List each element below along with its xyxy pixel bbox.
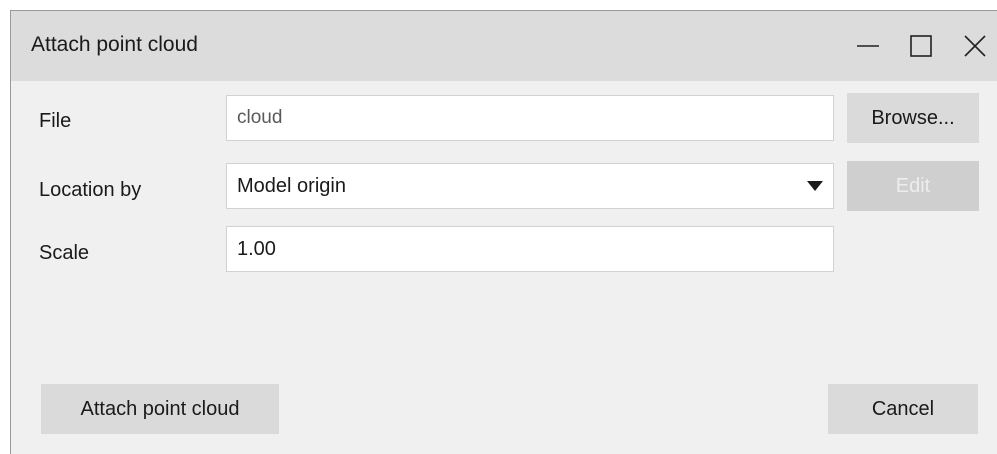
close-icon [964, 35, 986, 57]
scale-input[interactable]: 1.00 [226, 226, 834, 272]
attach-point-cloud-dialog: Attach point cloud File cloud Browse... … [10, 10, 997, 454]
maximize-icon [910, 35, 932, 57]
minimize-icon [857, 45, 879, 47]
cancel-button[interactable]: Cancel [828, 384, 978, 434]
close-button[interactable] [958, 29, 992, 63]
dropdown-arrow-icon [807, 181, 823, 191]
attach-point-cloud-button[interactable]: Attach point cloud [41, 384, 279, 434]
scale-label: Scale [39, 242, 90, 264]
title-bar[interactable]: Attach point cloud [11, 11, 997, 81]
browse-button[interactable]: Browse... [847, 93, 979, 143]
file-input[interactable]: cloud [226, 95, 834, 141]
location-by-dropdown[interactable]: Model origin [226, 163, 834, 209]
maximize-button[interactable] [904, 29, 938, 63]
file-label: File [39, 110, 72, 132]
edit-button: Edit [847, 161, 979, 211]
location-by-label: Location by [39, 179, 142, 201]
minimize-button[interactable] [851, 29, 885, 63]
dialog-title: Attach point cloud [31, 33, 198, 56]
location-by-selected: Model origin [237, 175, 346, 197]
